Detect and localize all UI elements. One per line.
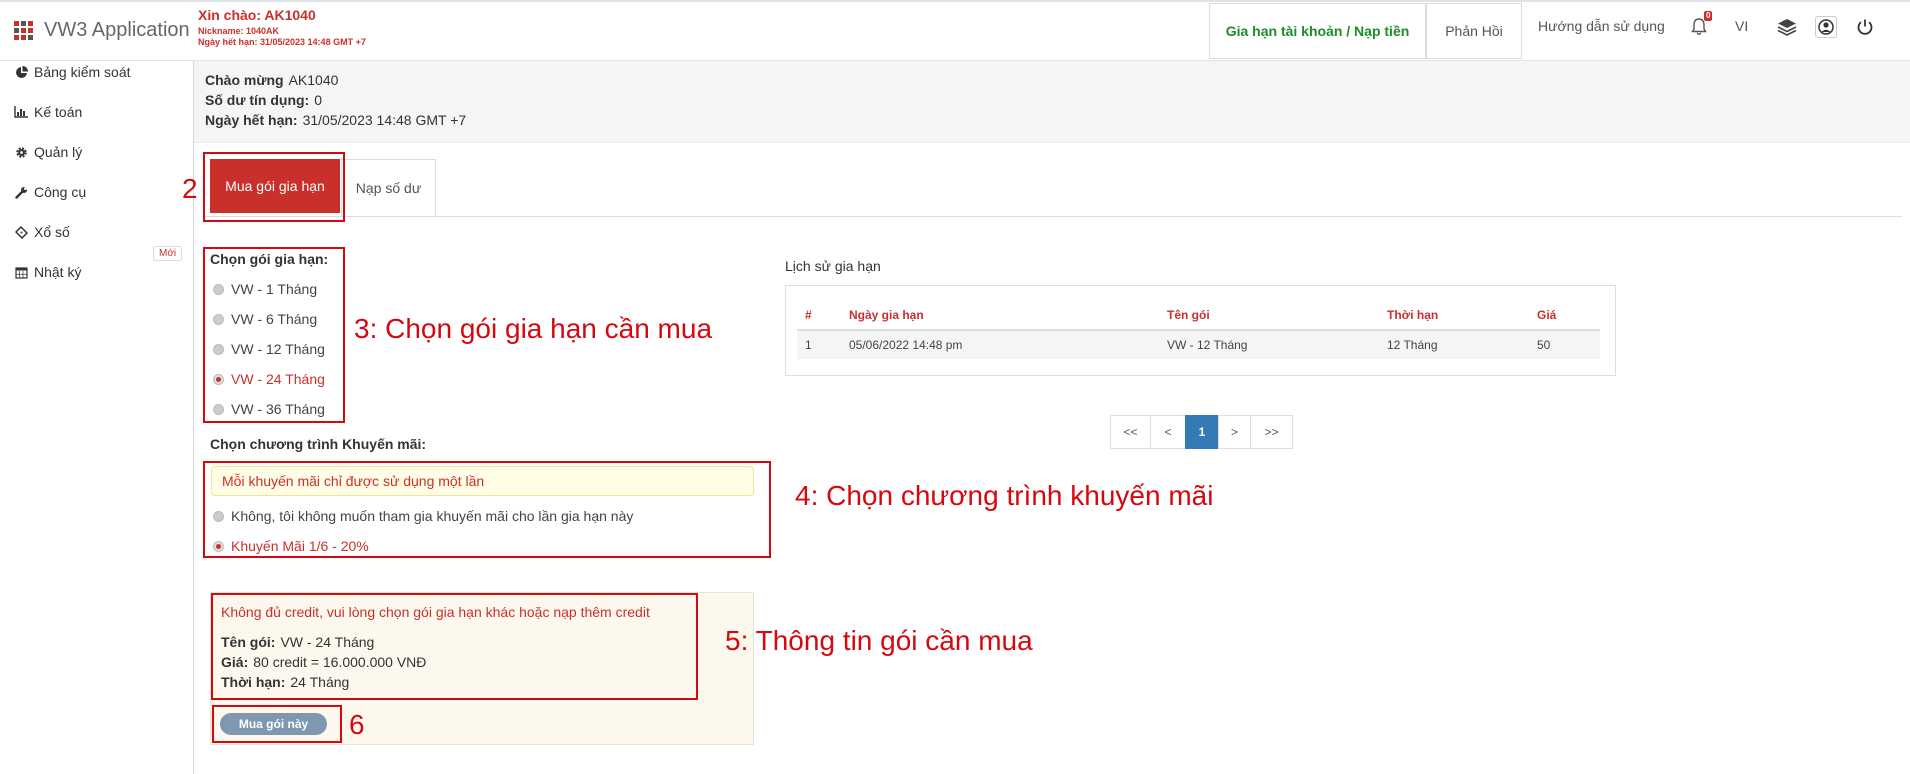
sidebar-item-label: Xổ số — [34, 224, 70, 240]
annotation-step2: 2 — [182, 173, 198, 204]
annotation-step3: 3: Chọn gói gia hạn cần mua — [354, 313, 713, 344]
table-cell: 05/06/2022 14:48 pm — [841, 330, 1159, 359]
credit-row: Số dư tín dụng: 0 — [205, 92, 322, 108]
welcome-label: Chào mừng — [205, 72, 284, 88]
column-header: Tên gói — [1159, 300, 1379, 331]
app-title: VW3 Application — [44, 19, 190, 41]
sidebar-item-label: Nhật ký — [34, 264, 82, 280]
tab-topup-balance[interactable]: Nạp số dư — [341, 159, 436, 216]
welcome-row: Chào mừng AK1040 — [205, 72, 338, 88]
expiry-row: Ngày hết hạn: 31/05/2023 14:48 GMT +7 — [205, 112, 466, 128]
credit-value: 0 — [314, 92, 323, 108]
calendar-icon — [14, 265, 28, 279]
annotation-box-step3 — [203, 247, 345, 423]
table-row: 1 05/06/2022 14:48 pm VW - 12 Tháng 12 T… — [797, 330, 1600, 359]
table-cell: 12 Tháng — [1379, 330, 1529, 359]
table-cell: VW - 12 Tháng — [1159, 330, 1379, 359]
sidebar-item-accounting[interactable]: Kế toán — [14, 104, 82, 120]
greeting-text: Xin chào: AK1040 — [198, 7, 316, 23]
sidebar-item-label: Công cụ — [34, 184, 87, 200]
welcome-value: AK1040 — [288, 72, 339, 88]
expiry-value: 31/05/2023 14:48 GMT +7 — [302, 112, 467, 128]
annotation-step4: 4: Chọn chương trình khuyến mãi — [795, 480, 1214, 511]
history-header-row: # Ngày gia hạn Tên gói Thời hạn Giá — [797, 300, 1600, 331]
gear-icon — [14, 145, 28, 159]
pagination-next[interactable]: > — [1218, 415, 1251, 449]
notification-count-badge: 0 — [1704, 11, 1713, 21]
sidebar-item-lottery[interactable]: Xổ số — [14, 224, 70, 240]
annotation-box-step5 — [211, 593, 698, 700]
pagination-prev[interactable]: < — [1150, 415, 1186, 449]
ticket-icon — [14, 225, 28, 239]
sidebar: Bảng kiểm soát Kế toán Quản lý Công cụ X… — [0, 61, 194, 774]
column-header: Giá — [1529, 300, 1600, 331]
sidebar-item-label: Kế toán — [34, 104, 83, 120]
promo-select-label: Chọn chương trình Khuyến mãi: — [210, 436, 427, 452]
pagination-first[interactable]: << — [1110, 415, 1151, 449]
pagination: << < 1 > >> — [1110, 415, 1293, 449]
bar-chart-icon — [14, 105, 28, 119]
nickname-text: Nickname: 1040AK — [198, 26, 280, 36]
column-header: Thời hạn — [1379, 300, 1529, 331]
pagination-last[interactable]: >> — [1250, 415, 1293, 449]
expiry-text: Ngày hết hạn: 31/05/2023 14:48 GMT +7 — [198, 37, 366, 47]
renew-account-button[interactable]: Gia hạn tài khoản / Nạp tiền — [1209, 3, 1426, 59]
apps-grid-icon — [14, 20, 34, 41]
column-header: # — [797, 300, 841, 331]
annotation-step6: 6 — [349, 709, 365, 740]
column-header: Ngày gia hạn — [841, 300, 1159, 331]
layers-icon[interactable] — [1776, 16, 1798, 38]
welcome-panel: Chào mừng AK1040 Số dư tín dụng: 0 Ngày hế… — [194, 61, 1910, 143]
tabs-divider — [204, 216, 1902, 217]
table-cell: 50 — [1529, 330, 1600, 359]
table-cell: 1 — [797, 330, 841, 359]
annotation-step5: 5: Thông tin gói cần mua — [725, 625, 1033, 656]
expiry-label: Ngày hết hạn: — [205, 112, 298, 128]
user-greeting: Xin chào: AK1040 Nickname: 1040AK Ngày h… — [198, 7, 366, 47]
sidebar-item-label: Quản lý — [34, 144, 83, 160]
annotation-box-step6 — [212, 705, 342, 743]
pagination-page-current[interactable]: 1 — [1185, 415, 1219, 449]
history-title: Lịch sử gia hạn — [785, 258, 881, 274]
sidebar-item-label: Bảng kiểm soát — [34, 64, 131, 80]
new-badge: Mới — [153, 246, 183, 261]
sidebar-item-management[interactable]: Quản lý — [14, 144, 82, 160]
wrench-icon — [14, 185, 28, 199]
user-account-icon[interactable] — [1815, 16, 1837, 38]
pie-chart-icon — [14, 65, 28, 79]
sidebar-item-tools[interactable]: Công cụ — [14, 184, 86, 200]
credit-label: Số dư tín dụng: — [205, 92, 310, 108]
annotation-box-step4 — [203, 461, 771, 558]
language-selector[interactable]: VI — [1735, 18, 1748, 34]
sidebar-item-dashboard[interactable]: Bảng kiểm soát — [14, 64, 131, 80]
sidebar-item-logs[interactable]: Nhật ký — [14, 264, 81, 280]
feedback-button[interactable]: Phản Hồi — [1426, 3, 1522, 59]
power-icon[interactable] — [1854, 16, 1876, 38]
brand[interactable]: VW3 Application — [14, 19, 190, 42]
user-guide-link[interactable]: Hướng dẫn sử dụng — [1538, 18, 1665, 34]
history-table: # Ngày gia hạn Tên gói Thời hạn Giá 1 05… — [797, 300, 1600, 359]
annotation-box-step2 — [203, 152, 345, 222]
